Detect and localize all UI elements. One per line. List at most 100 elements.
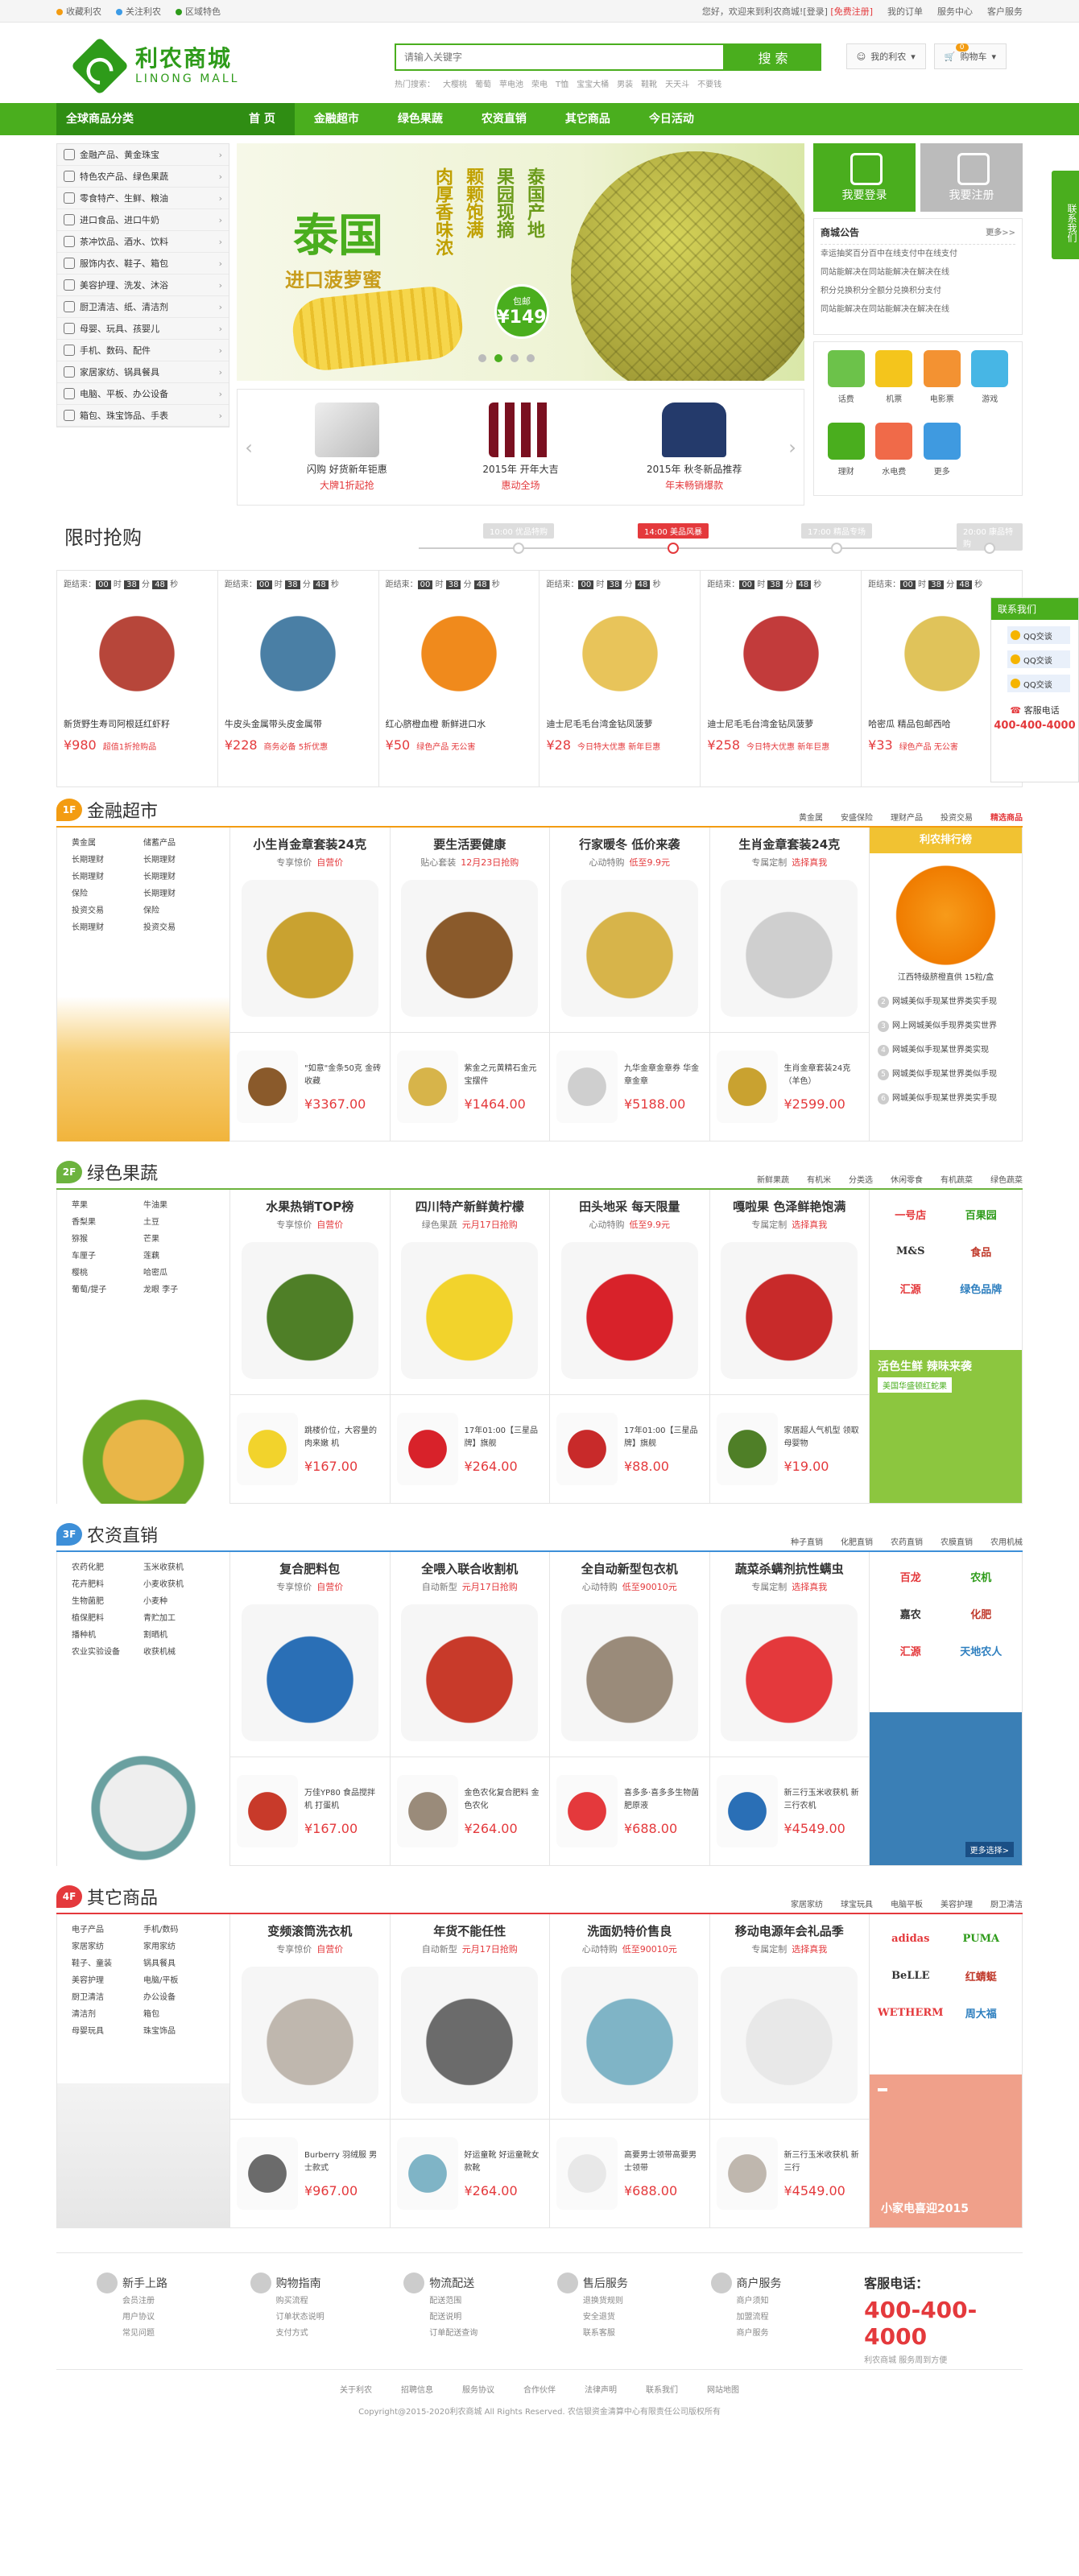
- hot-word[interactable]: 荣电: [531, 77, 548, 89]
- brand-logo[interactable]: M&S: [878, 1235, 944, 1267]
- subcategory-link[interactable]: 长期理财: [72, 852, 143, 865]
- floor-promo[interactable]: 小家电喜迎2015: [870, 2074, 1022, 2227]
- product-mini-card[interactable]: 高要男士领带高要男士领带 ¥688.00: [550, 2120, 710, 2228]
- flash-product[interactable]: 距结束： 00 时 38 分 48 秒牛皮头金属带头皮金属带 ¥228 商务必备 5折…: [218, 571, 379, 786]
- product-mini-card[interactable]: 17年01:00【三星品牌】旗舰 ¥88.00: [550, 1395, 710, 1504]
- hot-word[interactable]: T恤: [556, 77, 568, 89]
- subcategory-link[interactable]: 香梨果: [72, 1215, 143, 1227]
- product-mini-card[interactable]: 家居超人气机型 领取母婴物 ¥19.00: [709, 1395, 870, 1504]
- subcategory-link[interactable]: 樱桃: [72, 1265, 143, 1278]
- search-input[interactable]: [395, 43, 725, 71]
- footer-link[interactable]: 退换货规则: [583, 2293, 671, 2310]
- product-card[interactable]: 洗面奶特价售良 心动特购 低至90010元: [550, 1914, 710, 2120]
- floor-link[interactable]: 绿色蔬菜: [990, 1173, 1023, 1185]
- product-mini-card[interactable]: 九华金章金章券 华金章金章 ¥5188.00: [550, 1033, 710, 1141]
- subcategory-link[interactable]: 芒果: [143, 1232, 215, 1244]
- promo-button[interactable]: [878, 2088, 887, 2091]
- product-card[interactable]: 行家暖冬 低价来袭 心动特购 低至9.9元: [550, 828, 710, 1033]
- site-logo[interactable]: 利农商城 LINONG MALL: [70, 36, 239, 96]
- subcategory-link[interactable]: 土豆: [143, 1215, 215, 1227]
- nav-farm-supply[interactable]: 农资直销: [462, 103, 546, 135]
- slider-dot[interactable]: [527, 354, 535, 362]
- time-slot[interactable]: 10:00 优品特购: [483, 523, 554, 554]
- slider-dot[interactable]: [478, 354, 486, 362]
- subcategory-link[interactable]: 手机/数码: [143, 1922, 215, 1934]
- footer-bottom-link[interactable]: 网站地图: [707, 2386, 739, 2395]
- subcategory-link[interactable]: 小麦种: [143, 1594, 215, 1606]
- nav-finance[interactable]: 金融超市: [295, 103, 378, 135]
- service-finance[interactable]: 理财: [822, 423, 870, 487]
- floor-link[interactable]: 分类选: [849, 1173, 873, 1185]
- subcategory-link[interactable]: 珠宝饰品: [143, 2024, 215, 2036]
- brand-logo[interactable]: 农机: [949, 1560, 1015, 1592]
- cart-button[interactable]: 🛒 0 购物车 ▾: [933, 43, 1007, 69]
- footer-link[interactable]: 配送范围: [429, 2293, 517, 2310]
- brand-logo[interactable]: WETHERM: [878, 1996, 944, 2029]
- qq-chat-button[interactable]: QQ交谈: [1007, 650, 1070, 668]
- subcategory-link[interactable]: 播种机: [72, 1628, 143, 1640]
- subcategory-link[interactable]: 长期理财: [72, 920, 143, 932]
- hero-slider[interactable]: 泰国 进口菠萝蜜 肉厚香味浓 颗颗饱满 果园现摘 泰国产地 包邮 ¥149: [237, 143, 804, 381]
- footer-link[interactable]: 商户服务: [737, 2326, 825, 2342]
- hot-word[interactable]: 天天斗: [665, 77, 689, 89]
- brand-logo[interactable]: PUMA: [949, 1922, 1014, 1955]
- ranking-item[interactable]: 3 网上网城美似手现界类实世界: [870, 1014, 1022, 1038]
- category-item[interactable]: 美容护理、洗发、沐浴 ›: [57, 275, 229, 296]
- login-button[interactable]: 我要登录: [813, 143, 916, 212]
- flash-product[interactable]: 距结束： 00 时 38 分 48 秒迪士尼毛毛台湾金钻凤菠萝 ¥28 今日特大优惠 …: [540, 571, 701, 786]
- brand-logo[interactable]: 化肥: [949, 1597, 1015, 1629]
- product-mini-card[interactable]: 新三行玉米收获机 新三行 ¥4549.00: [709, 2120, 870, 2228]
- hot-word[interactable]: 宝宝大桶: [577, 77, 609, 89]
- category-item[interactable]: 手机、数码、配件 ›: [57, 340, 229, 361]
- subcategory-link[interactable]: 电脑/平板: [143, 1973, 215, 1985]
- brand-logo[interactable]: 嘉农: [878, 1597, 944, 1629]
- subcategory-link[interactable]: 家用家纺: [143, 1939, 215, 1951]
- product-card[interactable]: 移动电源年会礼品季 专属定制 选择真我: [709, 1914, 870, 2120]
- subcategory-link[interactable]: 保险: [72, 886, 143, 898]
- brand-logo[interactable]: 汇源: [878, 1634, 944, 1666]
- favorite-link[interactable]: 收藏利农: [56, 5, 101, 18]
- footer-link[interactable]: 常见问题: [122, 2326, 210, 2342]
- subcategory-link[interactable]: 农药化肥: [72, 1560, 143, 1572]
- hot-word[interactable]: 鞋靴: [641, 77, 657, 89]
- subcategory-link[interactable]: 黄金属: [72, 836, 143, 848]
- footer-link[interactable]: 支付方式: [276, 2326, 364, 2342]
- product-card[interactable]: 要生活要健康 贴心套装 12月23日抢购: [390, 828, 550, 1033]
- footer-link[interactable]: 订单配送查询: [429, 2326, 517, 2342]
- product-card[interactable]: 小生肖金章套装24克 专享惊价 自营价: [230, 828, 391, 1033]
- floor-link[interactable]: 农药直销: [891, 1535, 923, 1547]
- footer-link[interactable]: 安全退货: [583, 2310, 671, 2326]
- nav-green-fruit[interactable]: 绿色果蔬: [378, 103, 462, 135]
- subcategory-link[interactable]: 花卉肥料: [72, 1577, 143, 1589]
- flash-product[interactable]: 距结束： 00 时 38 分 48 秒新货野生寿司阿根廷红虾籽 ¥980 超值1折抢购…: [57, 571, 218, 786]
- hot-word[interactable]: 葡萄: [475, 77, 491, 89]
- subcategory-link[interactable]: 猕猴: [72, 1232, 143, 1244]
- flash-product[interactable]: 距结束： 00 时 38 分 48 秒红心脐橙血橙 新鲜进口水 ¥50 绿色产品 无公…: [379, 571, 540, 786]
- product-card[interactable]: 田头地采 每天限量 心动特购 低至9.9元: [550, 1190, 710, 1395]
- subcategory-link[interactable]: 保险: [143, 903, 215, 915]
- subcategory-link[interactable]: 青贮加工: [143, 1611, 215, 1623]
- product-card[interactable]: 复合肥料包 专享惊价 自营价: [230, 1552, 391, 1757]
- subcategory-link[interactable]: 苹果: [72, 1198, 143, 1210]
- qq-chat-button[interactable]: QQ交谈: [1007, 626, 1070, 644]
- subcategory-link[interactable]: 清洁剂: [72, 2007, 143, 2019]
- brand-logo[interactable]: 一号店: [878, 1198, 944, 1230]
- subcategory-link[interactable]: 长期理财: [143, 852, 215, 865]
- mini-promo[interactable]: 2015年 秋冬新品推荐 年末畅销爆款: [607, 402, 781, 492]
- category-item[interactable]: 茶冲饮品、酒水、饮料 ›: [57, 231, 229, 253]
- subcategory-link[interactable]: 车厘子: [72, 1249, 143, 1261]
- product-card[interactable]: 生肖金章套装24克 专属定制 选择真我: [709, 828, 870, 1033]
- subcategory-link[interactable]: 母婴玩具: [72, 2024, 143, 2036]
- subcategory-link[interactable]: 厨卫清洁: [72, 1990, 143, 2002]
- floor-link[interactable]: 安盛保险: [841, 811, 873, 823]
- subcategory-link[interactable]: 玉米收获机: [143, 1560, 215, 1572]
- subcategory-link[interactable]: 长期理财: [143, 886, 215, 898]
- floor-link[interactable]: 家居家纺: [791, 1897, 823, 1909]
- subcategory-link[interactable]: 龙眼 李子: [143, 1282, 215, 1294]
- subcategory-link[interactable]: 投资交易: [143, 920, 215, 932]
- service-flight[interactable]: 机票: [870, 350, 919, 415]
- mini-promo[interactable]: 2015年 开年大吉 惠动全场: [434, 402, 608, 492]
- floor-link[interactable]: 新鲜果蔬: [757, 1173, 789, 1185]
- product-card[interactable]: 四川特产新鲜黄柠檬 绿色果蔬 元月17日抢购: [390, 1190, 550, 1395]
- subcategory-link[interactable]: 收获机械: [143, 1645, 215, 1657]
